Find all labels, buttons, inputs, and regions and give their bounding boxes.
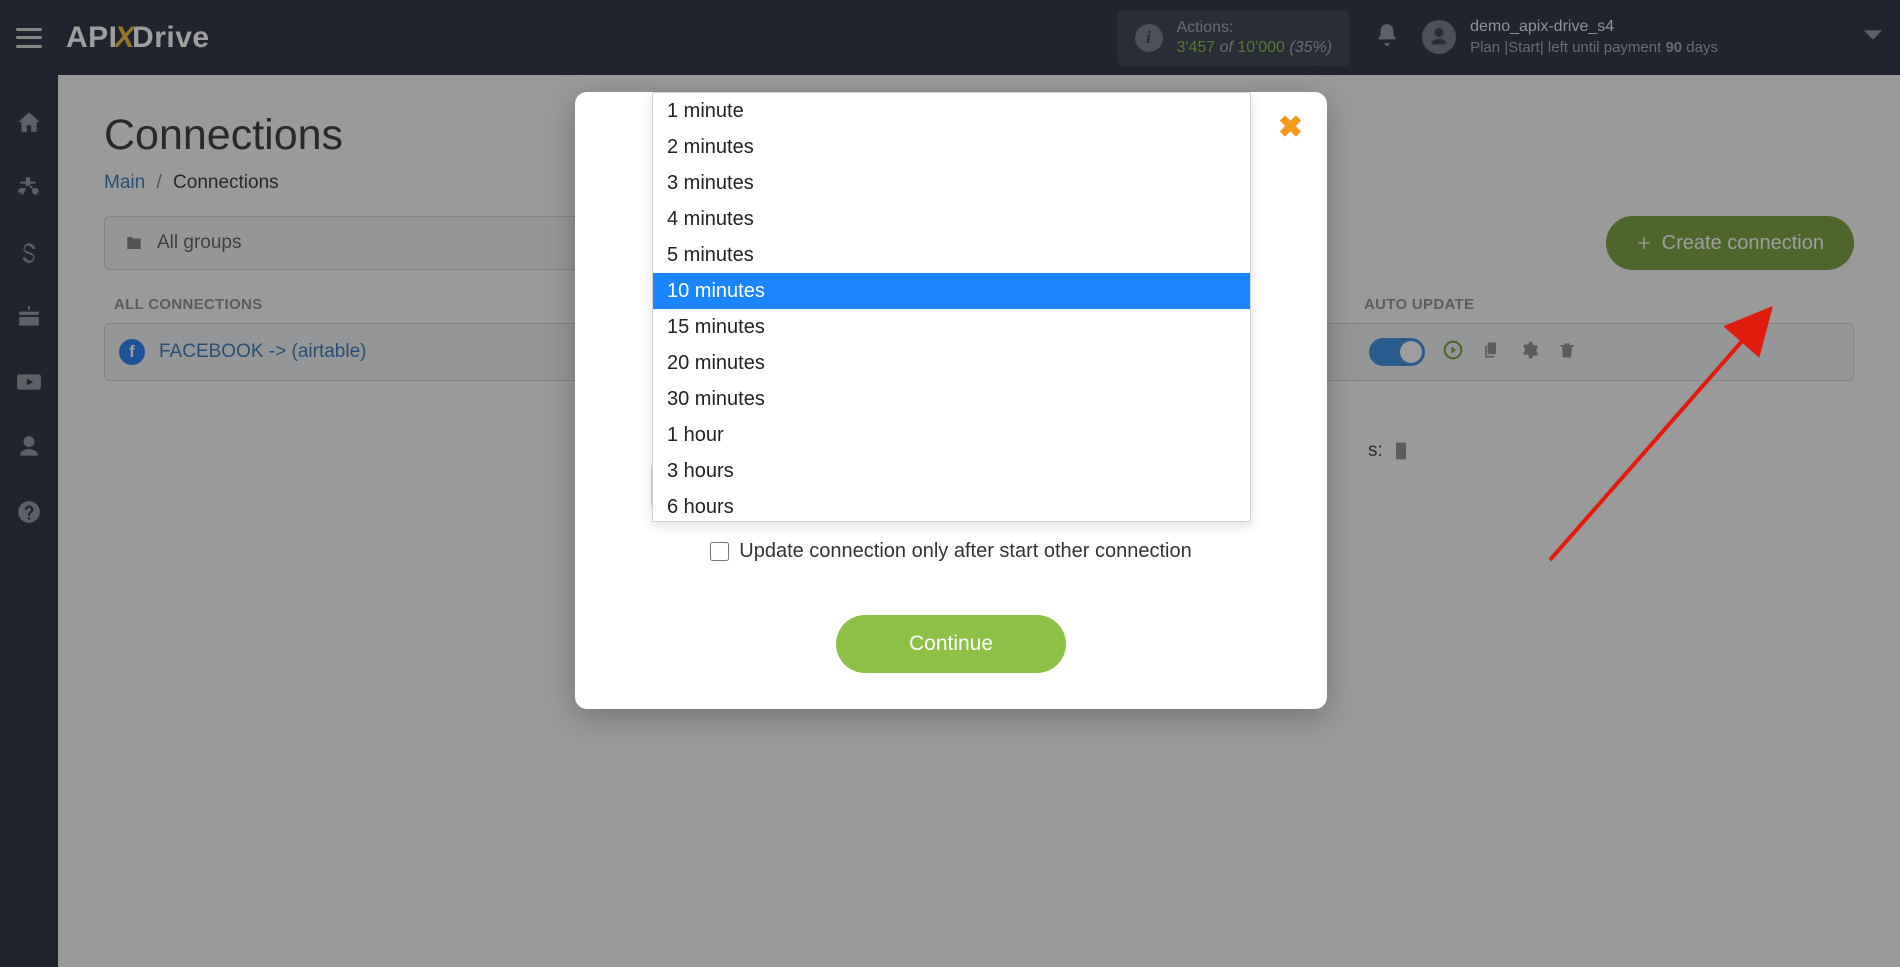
interval-option[interactable]: 10 minutes — [653, 273, 1250, 309]
checkbox-input[interactable] — [710, 542, 729, 561]
interval-option[interactable]: 2 minutes — [653, 129, 1250, 165]
interval-option[interactable]: 6 hours — [653, 489, 1250, 522]
interval-dropdown-list: 1 minute2 minutes3 minutes4 minutes5 min… — [652, 92, 1251, 522]
interval-option[interactable]: 3 minutes — [653, 165, 1250, 201]
interval-option[interactable]: 1 minute — [653, 93, 1250, 129]
interval-option[interactable]: 3 hours — [653, 453, 1250, 489]
annotation-arrow — [1540, 290, 1790, 570]
interval-option[interactable]: 15 minutes — [653, 309, 1250, 345]
update-after-other-checkbox[interactable]: Update connection only after start other… — [651, 540, 1251, 563]
checkbox-label: Update connection only after start other… — [739, 540, 1192, 563]
close-icon[interactable]: ✖ — [1278, 110, 1303, 145]
interval-option[interactable]: 5 minutes — [653, 237, 1250, 273]
interval-option[interactable]: 4 minutes — [653, 201, 1250, 237]
modal-overlay[interactable]: ✖ 10 minutes Update connection only afte… — [0, 0, 1900, 967]
continue-button[interactable]: Continue — [836, 615, 1066, 673]
interval-option[interactable]: 30 minutes — [653, 381, 1250, 417]
interval-option[interactable]: 20 minutes — [653, 345, 1250, 381]
interval-option[interactable]: 1 hour — [653, 417, 1250, 453]
